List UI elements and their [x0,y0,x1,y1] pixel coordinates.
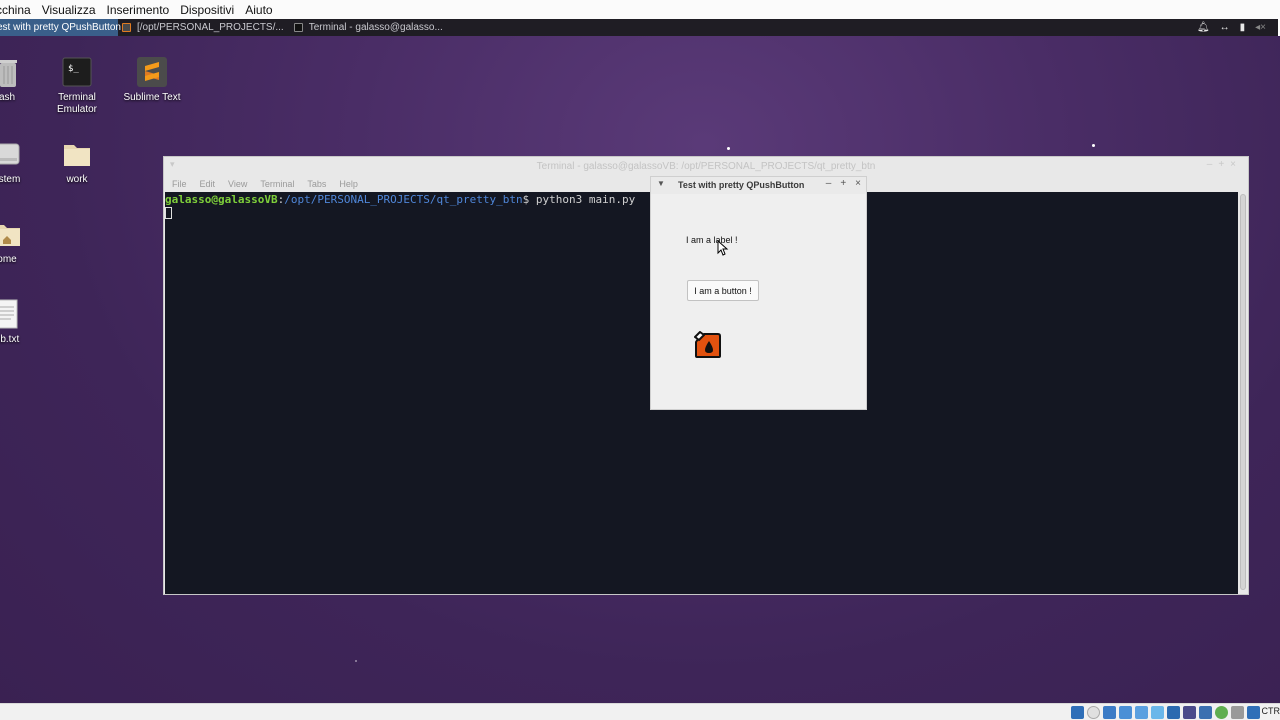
terminal-cursor [165,207,172,219]
keyboard-icon[interactable] [1247,706,1260,719]
prompt-user: galasso@galassoVB [165,193,278,206]
shared-folder-icon[interactable] [1151,706,1164,719]
desktop-icon-label: Terminal Emulator [42,92,112,116]
window-menu-icon[interactable]: ▾ [170,159,175,170]
menu-macchina[interactable]: cchina [0,3,31,17]
task-label: Terminal - galasso@galasso... [308,22,443,33]
desktop-icon-filesystem[interactable]: ystem [0,138,42,186]
menu-inserimento[interactable]: Inserimento [107,3,170,17]
desktop-icon-terminal[interactable]: $_ Terminal Emulator [42,56,112,116]
desktop-icon-label: work [66,174,88,185]
desktop-icon-work[interactable]: work [42,138,112,186]
vbox-status-bar: CTR [0,703,1280,720]
label-line: Emulator [56,104,97,115]
svg-text:$_: $_ [68,64,79,74]
video-capture-icon[interactable] [1183,706,1196,719]
taskbar-task-sublime[interactable]: [/opt/PERSONAL_PROJECTS/... [118,19,290,36]
qt-app-window[interactable]: ▼ Test with pretty QPushButton – + × I a… [650,176,867,410]
system-tray: 🔔︎ ↔ ▮ ◂× [1187,19,1280,36]
hdd-icon[interactable] [1071,706,1084,719]
terminal-emulator-icon: $_ [61,56,93,88]
taskbar-task-terminal[interactable]: Terminal - galasso@galasso... [290,19,449,36]
drive-icon [0,138,23,170]
audio-icon[interactable] [1103,706,1116,719]
mouse-cursor-icon [717,239,729,256]
desktop-icon-trash[interactable]: ash [0,56,42,104]
menu-aiuto[interactable]: Aiuto [245,3,272,17]
window-menu-icon[interactable]: ▼ [657,179,665,188]
network-adapter-icon[interactable] [1119,706,1132,719]
desktop-icon-label: ash [0,92,16,103]
usb-icon[interactable] [1135,706,1148,719]
optical-drive-icon[interactable] [1087,706,1100,719]
star [727,147,730,150]
bell-icon[interactable]: 🔔︎ [1197,22,1210,33]
prompt-dollar: $ [522,193,536,206]
desktop-icon-sublime[interactable]: Sublime Text [117,56,187,104]
menu-visualizza[interactable]: Visualizza [42,3,96,17]
label-line: Terminal [58,92,96,103]
task-label: est with pretty QPushButton [0,22,121,33]
prompt-path: /opt/PERSONAL_PROJECTS/qt_pretty_btn [284,193,523,206]
sublime-text-icon [136,56,168,88]
terminal-title: Terminal - galasso@galassoVB: /opt/PERSO… [536,160,876,172]
desktop-icon-home[interactable]: ome [0,218,42,266]
display-icon[interactable] [1167,706,1180,719]
desktop-icon-txt[interactable]: ub.txt [0,298,42,346]
menu-edit[interactable]: Edit [200,179,216,189]
qt-label: I am a label ! [686,235,738,245]
cpu-icon[interactable] [1199,706,1212,719]
taskbar-task-qt-window[interactable]: est with pretty QPushButton [0,19,121,36]
menu-file[interactable]: File [172,179,187,189]
menu-view[interactable]: View [228,179,247,189]
volume-icon[interactable]: ◂× [1255,22,1266,33]
host-menubar: cchina Visualizza Inserimento Dispositiv… [0,0,1280,19]
minimize-icon[interactable]: – [1207,159,1219,170]
terminal-command: python3 main.py [535,193,636,206]
mouse-integration-icon[interactable] [1231,706,1244,719]
scrollbar-thumb[interactable] [1240,194,1246,590]
menu-tabs[interactable]: Tabs [307,179,326,189]
qt-titlebar[interactable]: ▼ Test with pretty QPushButton – + × [651,177,866,194]
task-label: [/opt/PERSONAL_PROJECTS/... [137,22,284,33]
maximize-icon[interactable]: + [840,178,846,189]
star [1092,144,1095,147]
text-file-icon [0,298,23,330]
folder-icon [61,138,93,170]
menu-terminal[interactable]: Terminal [260,179,294,189]
network-icon[interactable]: ↔ [1220,22,1230,33]
qt-window-title: Test with pretty QPushButton [678,180,805,190]
trash-icon [0,56,23,88]
menu-dispositivi[interactable]: Dispositivi [180,3,234,17]
star [355,660,357,662]
menu-help[interactable]: Help [339,179,358,189]
desktop-icon-label: ome [0,254,17,265]
terminal-scrollbar[interactable] [1238,192,1248,594]
guest-additions-icon[interactable] [1215,706,1228,719]
terminal-icon [293,23,303,32]
status-icons [1071,706,1260,719]
desktop-icon-label: ub.txt [0,334,20,345]
maximize-icon[interactable]: + [1218,159,1230,170]
desktop-icon-label: ystem [0,174,21,185]
battery-icon[interactable]: ▮ [1240,22,1246,33]
window-controls: – + × [826,178,861,189]
terminal-titlebar[interactable]: ▾ Terminal - galasso@galassoVB: /opt/PER… [164,157,1248,175]
close-icon[interactable]: × [855,178,861,189]
minimize-icon[interactable]: – [826,178,832,189]
window-controls: –+× [1207,159,1242,170]
taskbar: est with pretty QPushButton [/opt/PERSON… [0,19,1280,36]
desktop-icon-label: Sublime Text [123,92,181,103]
home-folder-icon [0,218,23,250]
fuel-can-icon[interactable] [694,331,722,359]
close-icon[interactable]: × [1230,159,1242,170]
sublime-icon [122,23,131,32]
qt-push-button[interactable]: I am a button ! [687,280,759,301]
host-key-label: CTR [1261,706,1280,716]
